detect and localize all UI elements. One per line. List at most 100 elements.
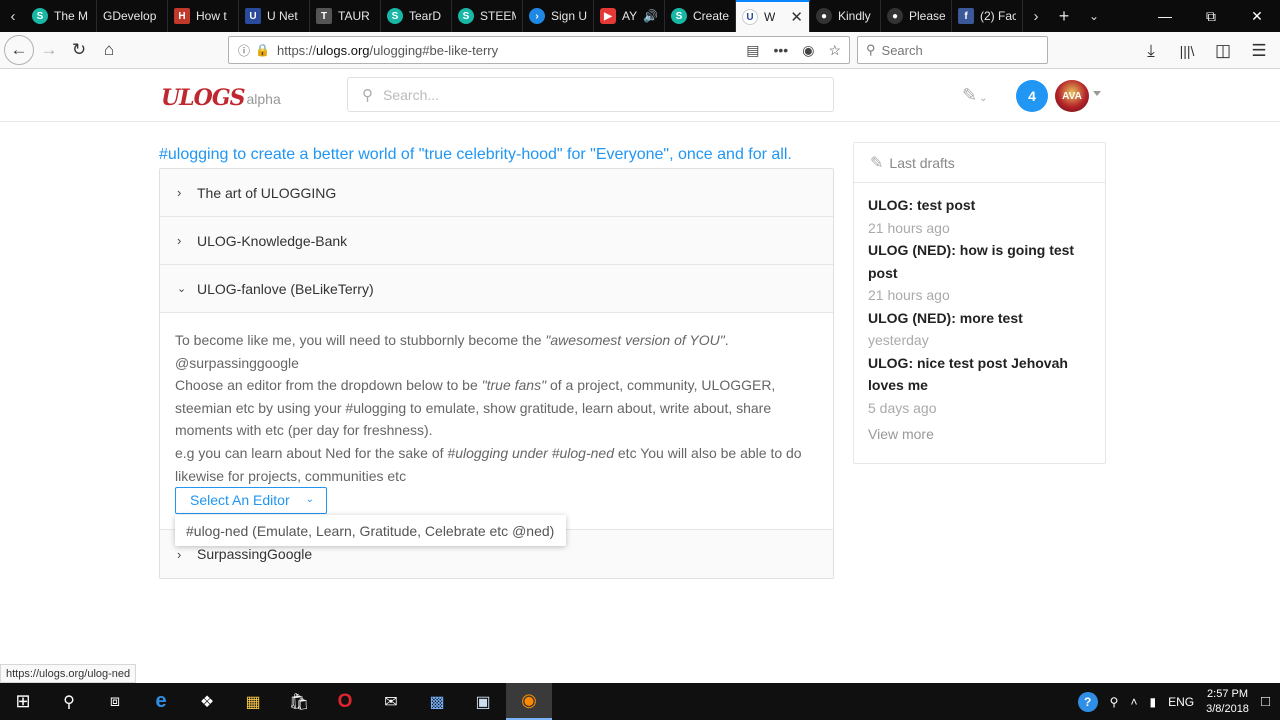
- forward-button[interactable]: →: [34, 35, 64, 65]
- browser-tab[interactable]: S Create: [665, 0, 736, 32]
- browser-tab[interactable]: UU Net: [239, 0, 310, 32]
- browser-tab-active[interactable]: U W ✕: [736, 0, 810, 32]
- view-more-link[interactable]: View more: [868, 426, 1091, 442]
- windows-start-icon[interactable]: ⊞: [0, 683, 46, 720]
- sidebar-icon[interactable]: ◫: [1208, 36, 1238, 66]
- howto-icon: H: [174, 8, 190, 24]
- back-button[interactable]: ←: [4, 35, 34, 65]
- reader-view-icon[interactable]: ▤: [746, 42, 759, 59]
- draft-link[interactable]: ULOG (NED): how is going test post: [868, 239, 1091, 284]
- minimize-button[interactable]: —: [1142, 0, 1188, 32]
- ulogs-logo[interactable]: ULOGS alpha: [161, 85, 281, 111]
- new-tab-button[interactable]: +: [1049, 0, 1079, 32]
- write-post-icon[interactable]: ✎ ⌄: [962, 85, 987, 106]
- file-explorer-icon[interactable]: ▦: [230, 683, 276, 720]
- dropbox-icon[interactable]: ❖: [184, 683, 230, 720]
- accordion-item-label: SurpassingGoogle: [197, 546, 313, 562]
- strip-spacer: [1109, 0, 1142, 32]
- accordion-item-art-of-ulogging[interactable]: › The art of ULOGGING: [160, 169, 833, 217]
- speaker-icon[interactable]: 🔊: [643, 9, 658, 23]
- browser-tab[interactable]: ● Please: [881, 0, 952, 32]
- draft-pencil-icon: ✎: [870, 154, 884, 172]
- drafts-list: ULOG: test post 21 hours ago ULOG (NED):…: [854, 183, 1105, 442]
- draft-link[interactable]: ULOG: nice test post Jehovah loves me: [868, 352, 1091, 397]
- browser-tab[interactable]: S The M: [26, 0, 97, 32]
- site-search-input[interactable]: ⚲ Search...: [347, 77, 834, 112]
- body-line: Choose an editor from the dropdown below…: [175, 374, 818, 397]
- facebook-icon: f: [958, 8, 974, 24]
- window-close-button[interactable]: ✕: [1234, 0, 1280, 32]
- restore-button[interactable]: ⧉: [1188, 0, 1234, 32]
- browser-tab-strip: ‹ S The M GDevelop H How t UU Net T TAUR ST…: [0, 0, 1280, 32]
- navigation-toolbar: ← → ↻ ⌂ ⓘ 🔒 https://ulogs.org/ulogging#b…: [0, 32, 1280, 69]
- accordion-item-knowledge-bank[interactable]: › ULOG-Knowledge-Bank: [160, 217, 833, 265]
- clock[interactable]: 2:57 PM 3/8/2018: [1206, 687, 1249, 717]
- opera-icon[interactable]: O: [322, 683, 368, 720]
- store-icon[interactable]: 🛍: [276, 683, 322, 720]
- language-indicator[interactable]: ENG: [1168, 695, 1194, 709]
- firefox-icon[interactable]: ◉: [506, 683, 552, 720]
- browser-tab[interactable]: GDevelop: [97, 0, 168, 32]
- people-icon[interactable]: ⚲: [1110, 695, 1119, 709]
- draft-time: 21 hours ago: [868, 219, 950, 236]
- dropdown-option-ulog-ned[interactable]: #ulog-ned (Emulate, Learn, Gratitude, Ce…: [175, 515, 566, 546]
- info-icon[interactable]: ⓘ: [233, 42, 255, 59]
- home-button[interactable]: ⌂: [94, 35, 124, 65]
- clock-date: 3/8/2018: [1206, 702, 1249, 715]
- draft-link[interactable]: ULOG (NED): more test: [868, 307, 1091, 330]
- select-editor-dropdown[interactable]: Select An Editor ⌄: [175, 487, 327, 514]
- notification-badge[interactable]: 4: [1016, 80, 1048, 112]
- browser-tab[interactable]: H How t: [168, 0, 239, 32]
- browser-search-bar[interactable]: ⚲ Search: [857, 36, 1048, 64]
- help-icon[interactable]: ?: [1077, 691, 1098, 712]
- taur-icon: T: [316, 8, 332, 24]
- mail-icon[interactable]: ✉: [368, 683, 414, 720]
- lock-icon[interactable]: 🔒: [255, 43, 271, 57]
- chevron-right-icon: ›: [177, 185, 182, 200]
- pocket-icon[interactable]: ◉: [802, 42, 814, 59]
- browser-tab[interactable]: SSTEEM: [452, 0, 523, 32]
- avatar[interactable]: AVA: [1055, 80, 1089, 112]
- battery-icon[interactable]: ▮: [1149, 695, 1156, 709]
- accordion-item-fanlove[interactable]: ⌄ ULOG-fanlove (BeLikeTerry): [160, 265, 833, 313]
- tab-scroll-left-button[interactable]: ‹: [0, 0, 26, 32]
- url-text[interactable]: https://ulogs.org/ulogging#be-like-terry: [277, 43, 498, 58]
- draft-link[interactable]: ULOG: test post: [868, 194, 1091, 217]
- network-app-icon[interactable]: ▩: [414, 683, 460, 720]
- edge-icon[interactable]: e: [138, 683, 184, 720]
- avatar-caret-icon[interactable]: [1093, 91, 1101, 96]
- body-text: of a project, community, ULOGGER,: [546, 377, 776, 394]
- browser-tab[interactable]: T TAUR: [310, 0, 381, 32]
- bookmark-star-icon[interactable]: ☆: [828, 42, 841, 59]
- url-prefix: https://: [277, 42, 317, 58]
- select-editor-label: Select An Editor: [190, 492, 290, 509]
- unet-icon: U: [245, 8, 261, 24]
- library-icon[interactable]: |||\: [1172, 36, 1202, 66]
- status-bar-url: https://ulogs.org/ulog-ned: [0, 664, 137, 683]
- browser-tab[interactable]: f (2) Fac: [952, 0, 1023, 32]
- paint-icon[interactable]: ▣: [460, 683, 506, 720]
- accordion-item-label: ULOG-fanlove (BeLikeTerry): [197, 280, 374, 297]
- steem-icon: S: [387, 8, 403, 24]
- notifications-icon[interactable]: □: [1261, 693, 1270, 710]
- reload-button[interactable]: ↻: [64, 35, 94, 65]
- steem-icon: S: [32, 8, 48, 24]
- tab-scroll-right-button[interactable]: ›: [1023, 0, 1049, 32]
- task-view-icon[interactable]: ⧈: [92, 683, 138, 720]
- page-actions-icon[interactable]: •••: [774, 42, 789, 59]
- close-tab-icon[interactable]: ✕: [790, 8, 803, 26]
- download-icon[interactable]: ⤓: [1136, 36, 1166, 66]
- body-line: moments with etc (per day for freshness)…: [175, 422, 433, 439]
- last-drafts-header: ✎ Last drafts: [854, 143, 1105, 183]
- menu-icon[interactable]: ☰: [1244, 36, 1274, 66]
- browser-tab[interactable]: › Sign U: [523, 0, 594, 32]
- browser-tab[interactable]: ▶ AY 🔊: [594, 0, 665, 32]
- page-title: #ulogging to create a better world of "t…: [159, 146, 792, 163]
- tab-list-button[interactable]: ⌄: [1079, 0, 1109, 32]
- browser-tab[interactable]: S TearD: [381, 0, 452, 32]
- chevron-up-icon[interactable]: ˄: [1130, 695, 1137, 709]
- address-bar[interactable]: ⓘ 🔒 https://ulogs.org/ulogging#be-like-t…: [228, 36, 850, 64]
- search-icon[interactable]: ⚲: [46, 683, 92, 720]
- browser-tab[interactable]: ● Kindly: [810, 0, 881, 32]
- steem-icon: S: [671, 8, 687, 24]
